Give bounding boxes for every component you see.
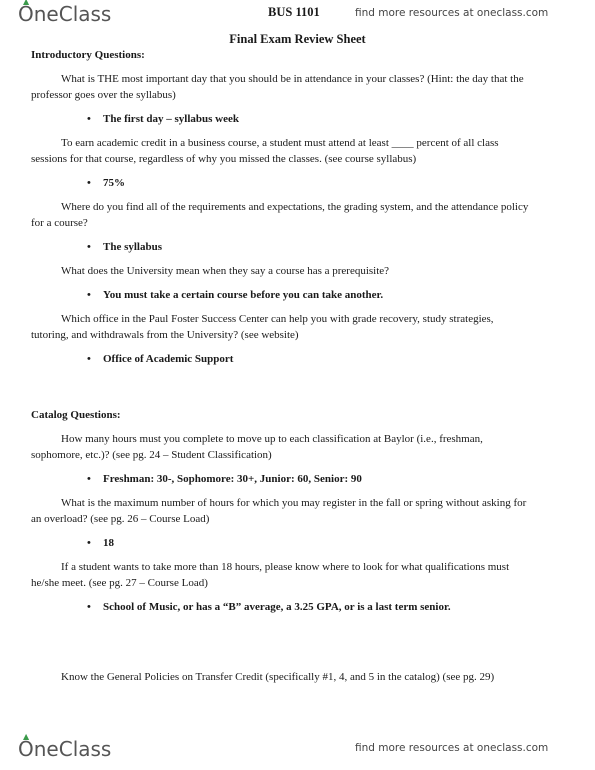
course-code: BUS 1101 (268, 5, 320, 19)
document-title: Final Exam Review Sheet (229, 32, 366, 46)
leaf-icon: ▲ (23, 0, 30, 6)
page-header: ▲ OneClass BUS 1101 find more resources … (0, 0, 595, 30)
section-heading: Introductory Questions: (31, 49, 145, 61)
oneclass-logo[interactable]: ▲ OneClass (18, 0, 112, 26)
bullet-icon: • (87, 113, 91, 125)
question: Where do you find all of the requirement… (31, 201, 529, 229)
bullet-icon: • (87, 353, 91, 365)
answer-text: 75% (103, 177, 125, 189)
question: To earn academic credit in a business co… (31, 137, 499, 165)
question: Which office in the Paul Foster Success … (31, 313, 494, 341)
answer: • The syllabus (31, 239, 531, 255)
promo-link[interactable]: find more resources at oneclass.com (355, 7, 548, 19)
page-footer: ▲ OneClass find more resources at onecla… (0, 732, 595, 765)
answer: • Freshman: 30-, Sophomore: 30+, Junior: … (31, 471, 531, 487)
answer-text: The syllabus (103, 241, 162, 253)
bullet-icon: • (87, 601, 91, 613)
question: If a student wants to take more than 18 … (31, 561, 510, 589)
transfer-credit-note: Know the General Policies on Transfer Cr… (61, 671, 495, 683)
leaf-icon: ▲ (23, 732, 30, 741)
promo-link[interactable]: find more resources at oneclass.com (355, 742, 548, 754)
answer: • The first day – syllabus week (31, 111, 531, 127)
bullet-icon: • (87, 177, 91, 189)
bullet-icon: • (87, 473, 91, 485)
bullet-icon: • (87, 537, 91, 549)
oneclass-logo[interactable]: ▲ OneClass (18, 732, 112, 762)
question: How many hours must you complete to move… (31, 433, 483, 461)
question: What is THE most important day that you … (31, 73, 524, 101)
question: What is the maximum number of hours for … (31, 497, 527, 525)
answer: • Office of Academic Support (31, 351, 531, 367)
section-heading: Catalog Questions: (31, 409, 121, 421)
bullet-icon: • (87, 289, 91, 301)
bullet-icon: • (87, 241, 91, 253)
logo-text: OneClass (18, 2, 112, 26)
answer: • You must take a certain course before y… (31, 287, 531, 303)
document-body: Introductory Questions: What is THE most… (31, 47, 531, 685)
answer-text: The first day – syllabus week (103, 113, 239, 125)
answer-text: School of Music, or has a “B” average, a… (103, 601, 451, 613)
answer-text: 18 (103, 537, 114, 549)
answer: • School of Music, or has a “B” average, … (31, 599, 531, 615)
answer: • 18 (31, 535, 531, 551)
answer-text: You must take a certain course before yo… (103, 289, 384, 301)
answer: • 75% (31, 175, 531, 191)
logo-text: OneClass (18, 737, 112, 761)
answer-text: Office of Academic Support (103, 353, 234, 365)
question: What does the University mean when they … (61, 265, 390, 277)
answer-text: Freshman: 30-, Sophomore: 30+, Junior: 6… (103, 473, 362, 485)
